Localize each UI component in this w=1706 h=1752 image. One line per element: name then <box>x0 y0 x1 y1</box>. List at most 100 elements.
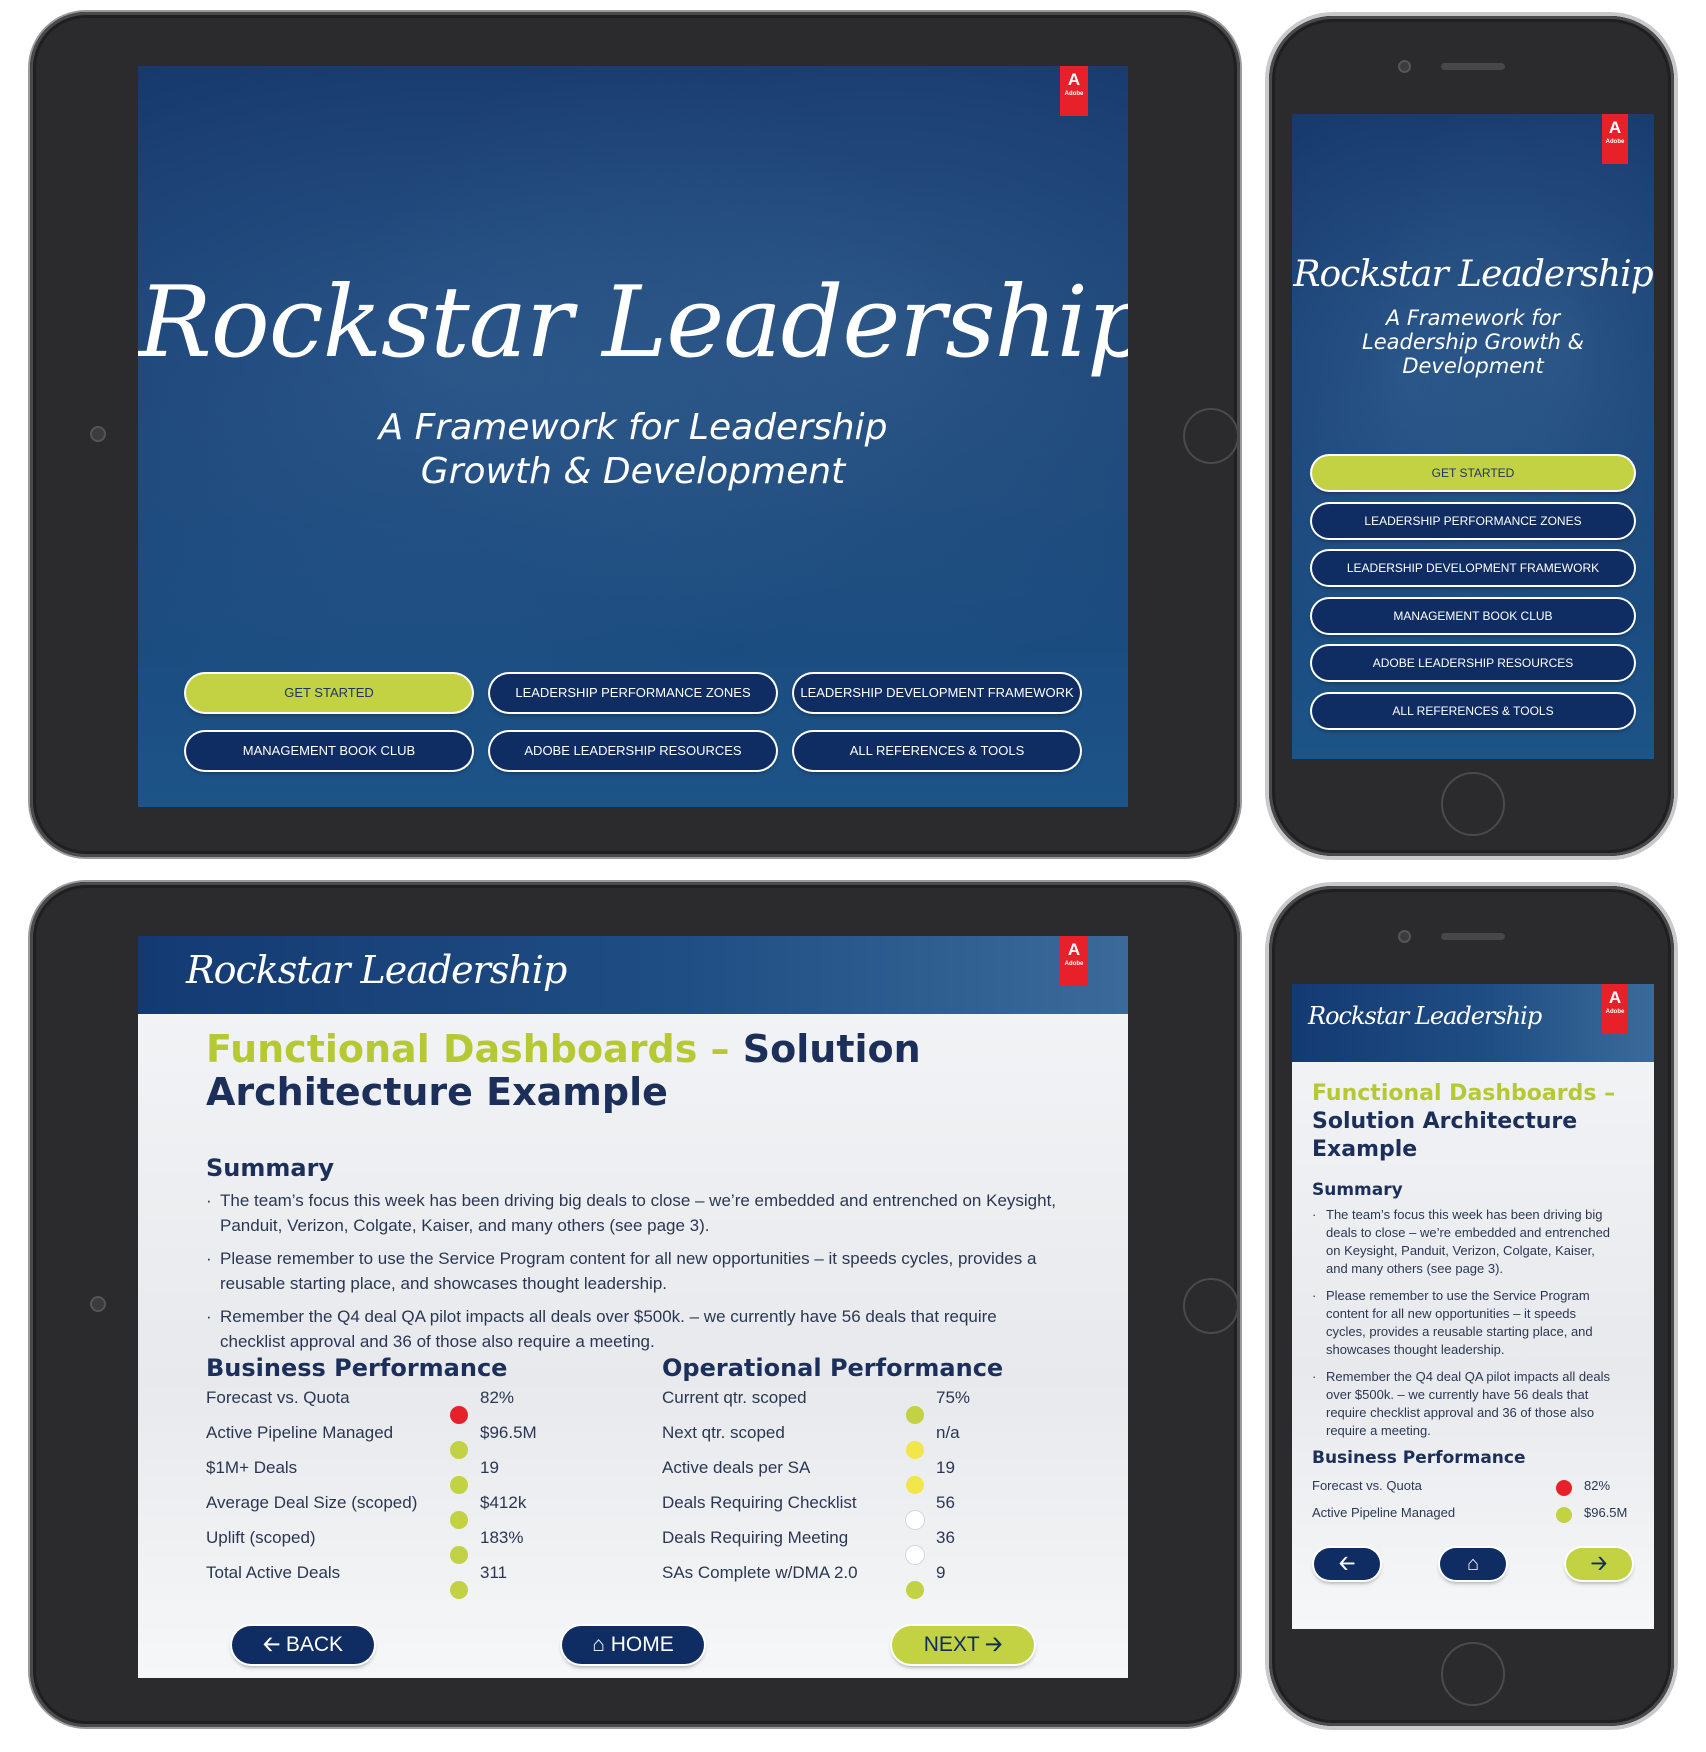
leadership-resources-button[interactable]: ADOBE LEADERSHIP RESOURCES <box>490 732 776 770</box>
status-dot <box>450 1406 468 1424</box>
references-tools-button[interactable]: ALL REFERENCES & TOOLS <box>794 732 1080 770</box>
status-dot <box>906 1511 924 1529</box>
business-performance-heading: Business Performance <box>1312 1448 1526 1468</box>
status-dot <box>1556 1480 1572 1496</box>
metric-row: Active deals per SA <box>662 1458 811 1477</box>
metric-value: 82% <box>480 1388 515 1407</box>
app-title: Rockstar Leadership <box>1293 254 1653 295</box>
home-icon: ⌂ <box>592 1633 605 1656</box>
summary-heading: Summary <box>206 1154 335 1182</box>
summary-bullet: Please remember to use the Service Progr… <box>1312 1287 1612 1359</box>
summary-bullet: Remember the Q4 deal QA pilot impacts al… <box>206 1304 1066 1354</box>
summary-bullet: Remember the Q4 deal QA pilot impacts al… <box>1312 1368 1612 1440</box>
book-club-button[interactable]: MANAGEMENT BOOK CLUB <box>1312 599 1634 633</box>
development-framework-button[interactable]: LEADERSHIP DEVELOPMENT FRAMEWORK <box>794 674 1080 712</box>
metric-value: 19 <box>480 1458 499 1477</box>
header-bar: Rockstar Leadership A Adobe <box>138 936 1128 1014</box>
phone-dashboard-screen: Rockstar Leadership A Adobe Functional Da… <box>1292 984 1654 1629</box>
status-dot <box>906 1581 924 1599</box>
tablet-camera <box>92 428 104 440</box>
back-button[interactable]: 🡠 BACK <box>232 1626 374 1664</box>
get-started-button[interactable]: GET STARTED <box>186 674 472 712</box>
status-dot <box>450 1511 468 1529</box>
header-logo: Rockstar Leadership <box>186 948 567 992</box>
app-subtitle: A Framework for Leadership Growth & Deve… <box>378 407 888 492</box>
metric-value: n/a <box>936 1423 960 1442</box>
tablet-device-dashboard: Rockstar Leadership A Adobe Functional Da… <box>30 882 1240 1727</box>
status-dot <box>906 1441 924 1459</box>
metric-row: Average Deal Size (scoped) <box>206 1493 418 1512</box>
tablet-camera <box>92 1298 104 1310</box>
home-button[interactable]: ⌂ <box>1440 1548 1506 1580</box>
title-screen: A Adobe Rockstar Leadership A Framework f… <box>138 66 1128 807</box>
metric-row: $1M+ Deals <box>206 1458 298 1477</box>
phone-home-button[interactable] <box>1441 772 1505 836</box>
performance-zones-button[interactable]: LEADERSHIP PERFORMANCE ZONES <box>1312 504 1634 538</box>
page-title: Functional Dashboards – Solution Archite… <box>206 1027 921 1115</box>
adobe-logo: A Adobe <box>1602 984 1628 1034</box>
tablet-device-title: A Adobe Rockstar Leadership A Framework f… <box>30 12 1240 857</box>
phone-home-button[interactable] <box>1441 1642 1505 1706</box>
metric-row: Uplift (scoped) <box>206 1528 316 1547</box>
home-icon: ⌂ <box>1466 1553 1480 1575</box>
metric-row: Deals Requiring Checklist <box>662 1493 857 1512</box>
app-subtitle: A Framework for Leadership Growth & Deve… <box>1362 306 1584 378</box>
summary-heading: Summary <box>1312 1180 1403 1200</box>
metric-row: Current qtr. scoped <box>662 1388 807 1407</box>
arrow-right-icon: 🡢 <box>1590 1553 1608 1575</box>
status-dot <box>1556 1507 1572 1523</box>
metric-value: $412k <box>480 1493 527 1512</box>
phone-title-screen: A Adobe Rockstar Leadership A Framework f… <box>1292 114 1654 759</box>
phone-camera <box>1400 62 1409 71</box>
metric-row: Forecast vs. Quota <box>206 1388 350 1407</box>
metric-row: Total Active Deals <box>206 1563 341 1582</box>
arrow-left-icon: 🡠 <box>262 1633 280 1656</box>
status-dot <box>450 1581 468 1599</box>
development-framework-button[interactable]: LEADERSHIP DEVELOPMENT FRAMEWORK <box>1312 551 1634 585</box>
get-started-button[interactable]: GET STARTED <box>1312 456 1634 490</box>
metric-row: Active Pipeline Managed <box>1312 1505 1456 1520</box>
tablet-home-button[interactable] <box>1183 408 1239 464</box>
adobe-logo: A Adobe <box>1060 66 1088 116</box>
metric-row: Deals Requiring Meeting <box>662 1528 849 1547</box>
adobe-logo: A Adobe <box>1602 114 1628 164</box>
next-button[interactable]: 🡢 <box>1566 1548 1632 1580</box>
metric-value: 36 <box>936 1528 955 1547</box>
status-dot <box>450 1476 468 1494</box>
status-dot <box>450 1441 468 1459</box>
arrow-right-icon: 🡢 <box>985 1633 1003 1656</box>
business-performance-heading: Business Performance <box>206 1354 508 1382</box>
summary-bullet: The team’s focus this week has been driv… <box>1312 1206 1612 1278</box>
arrow-left-icon: 🡠 <box>1338 1553 1356 1575</box>
home-button[interactable]: ⌂ HOME <box>562 1626 704 1664</box>
leadership-resources-button[interactable]: ADOBE LEADERSHIP RESOURCES <box>1312 646 1634 680</box>
status-dot <box>906 1476 924 1494</box>
metric-value: 56 <box>936 1493 955 1512</box>
operational-performance-heading: Operational Performance <box>662 1354 1004 1382</box>
tablet-home-button[interactable] <box>1183 1278 1239 1334</box>
summary-list: The team’s focus this week has been driv… <box>1312 1206 1612 1440</box>
summary-bullet: Please remember to use the Service Progr… <box>206 1246 1066 1296</box>
metric-row: SAs Complete w/DMA 2.0 <box>662 1563 858 1582</box>
phone-device-title: A Adobe Rockstar Leadership A Framework f… <box>1269 16 1674 856</box>
page-title: Functional Dashboards – Solution Archite… <box>1312 1081 1616 1162</box>
phone-speaker <box>1441 63 1505 70</box>
summary-list: The team’s focus this week has been driv… <box>206 1188 1066 1354</box>
metric-row: Active Pipeline Managed <box>206 1423 394 1442</box>
performance-zones-button[interactable]: LEADERSHIP PERFORMANCE ZONES <box>490 674 776 712</box>
metric-value: 75% <box>936 1388 971 1407</box>
metric-value: 9 <box>936 1563 946 1582</box>
phone-device-dashboard: Rockstar Leadership A Adobe Functional Da… <box>1269 886 1674 1726</box>
back-button[interactable]: 🡠 <box>1314 1548 1380 1580</box>
next-button[interactable]: NEXT 🡢 <box>892 1626 1034 1664</box>
app-title: Rockstar Leadership <box>138 266 1128 380</box>
header-logo: Rockstar Leadership <box>1308 1002 1542 1030</box>
summary-bullet: The team’s focus this week has been driv… <box>206 1188 1066 1238</box>
metric-value: 311 <box>480 1563 508 1582</box>
metric-value: $96.5M <box>1584 1505 1628 1520</box>
metric-value: $96.5M <box>480 1423 537 1442</box>
references-tools-button[interactable]: ALL REFERENCES & TOOLS <box>1312 694 1634 728</box>
phone-camera <box>1400 932 1409 941</box>
metric-row: Next qtr. scoped <box>662 1423 785 1442</box>
book-club-button[interactable]: MANAGEMENT BOOK CLUB <box>186 732 472 770</box>
